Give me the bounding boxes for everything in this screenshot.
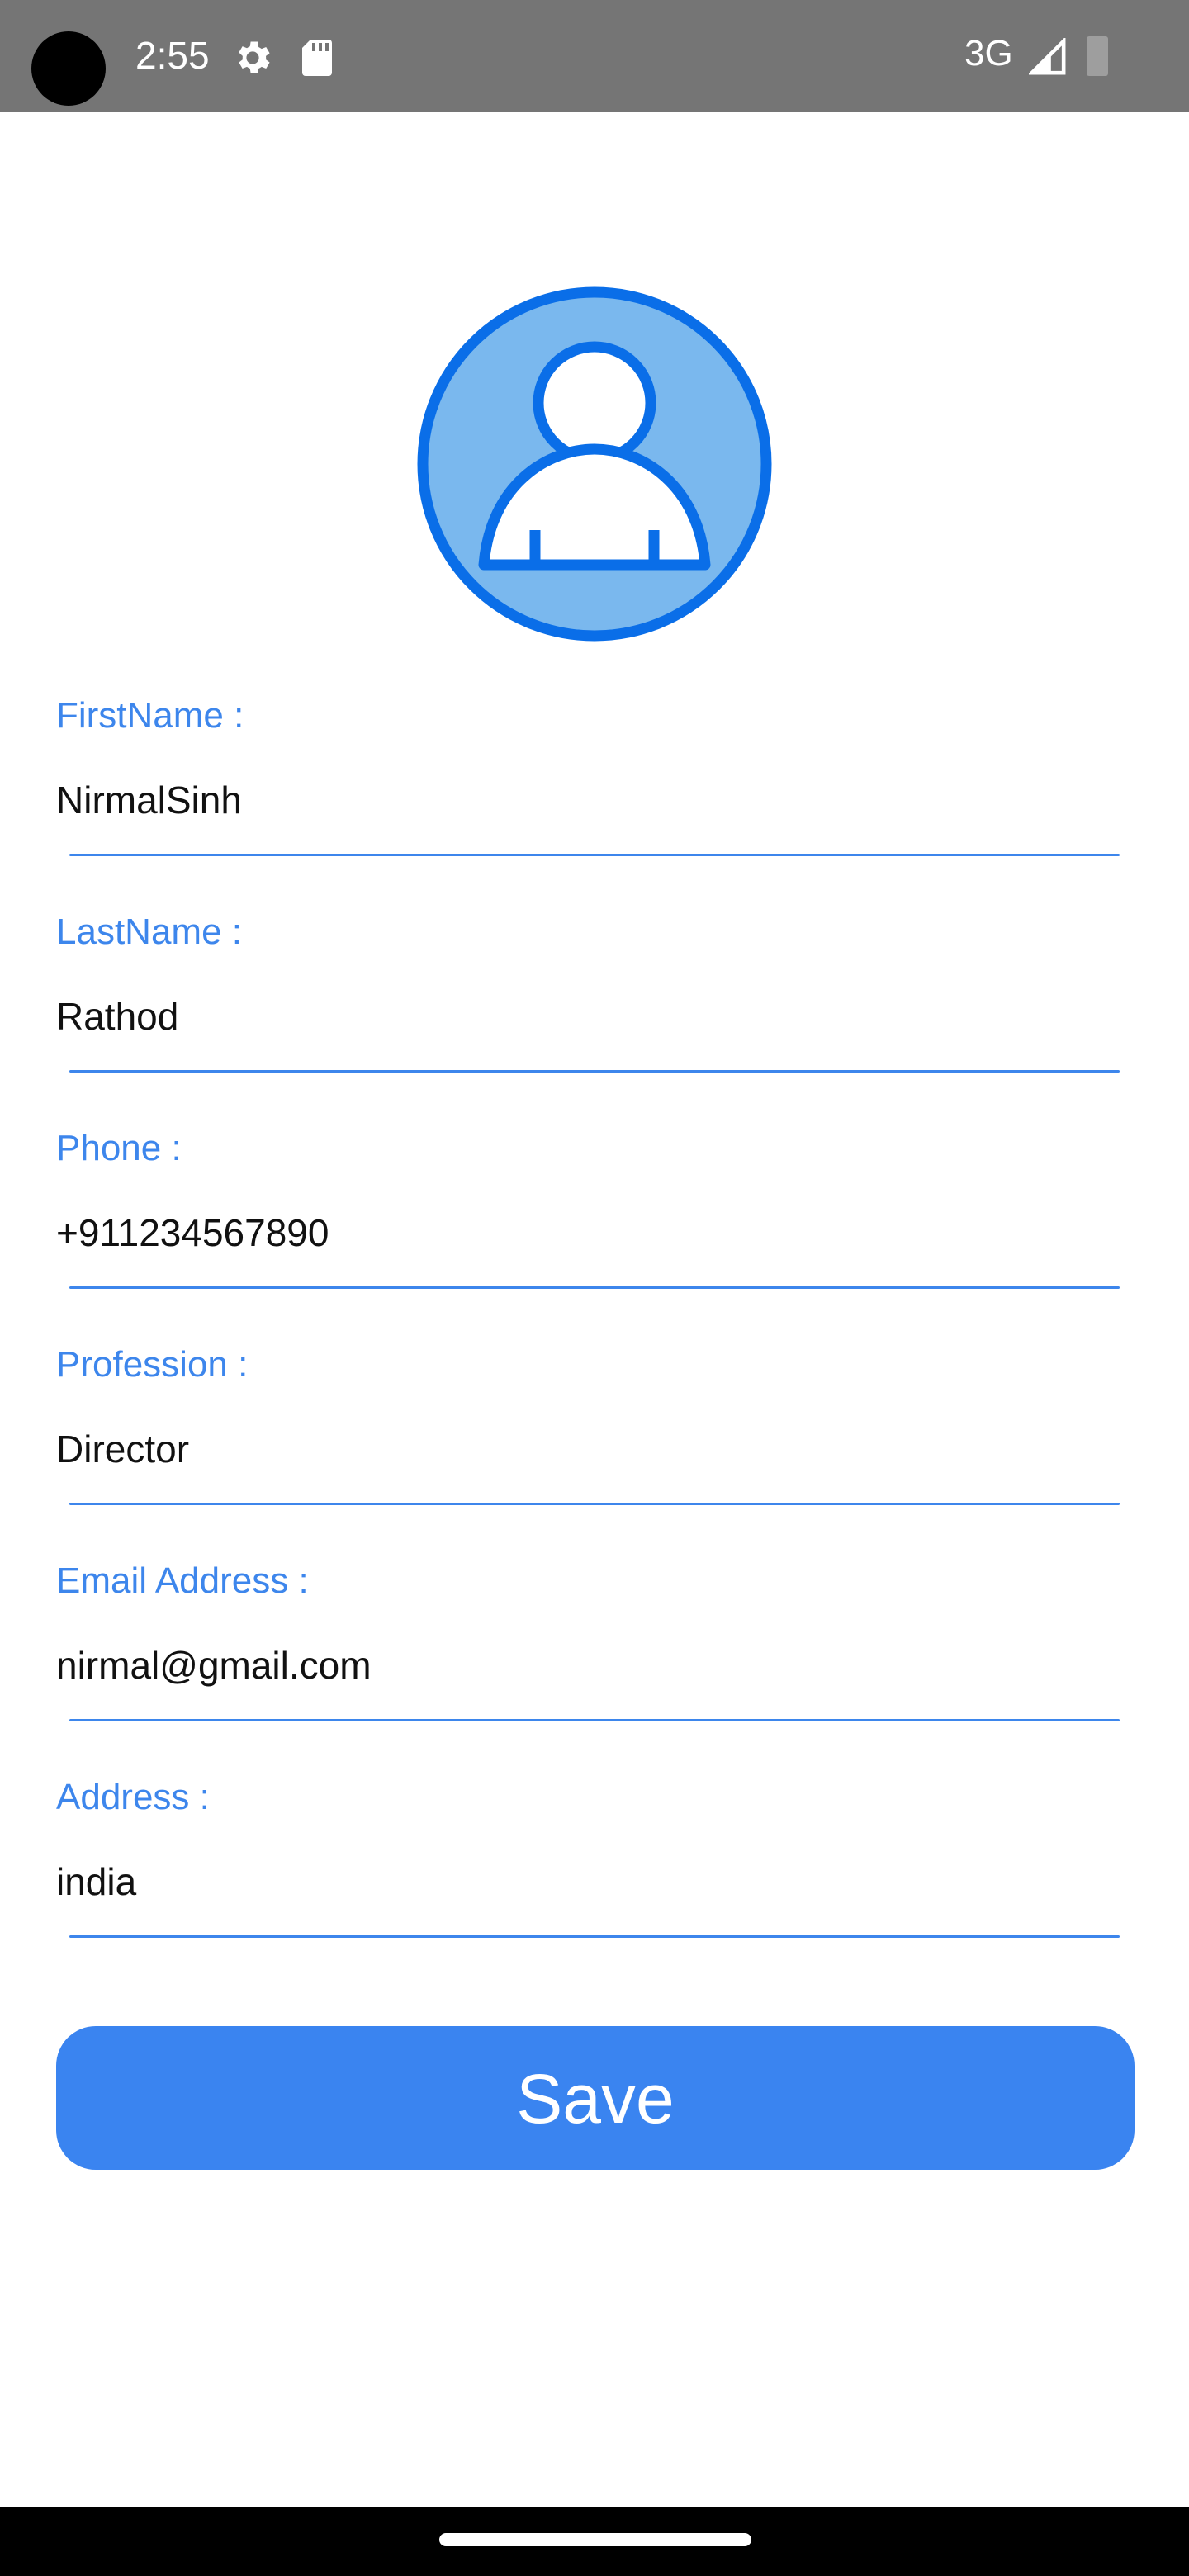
sd-card-icon	[302, 40, 332, 76]
last-name-field[interactable]: LastName : Rathod	[56, 912, 1121, 1128]
email-label: Email Address :	[56, 1560, 309, 1601]
profession-field[interactable]: Profession : Director	[56, 1344, 1121, 1560]
save-button[interactable]: Save	[56, 2026, 1135, 2170]
field-underline	[69, 1935, 1120, 1938]
field-underline	[69, 1286, 1120, 1289]
navigation-bar	[0, 2507, 1189, 2576]
camera-cutout	[31, 31, 106, 106]
phone-field[interactable]: Phone : +911234567890	[56, 1128, 1121, 1344]
field-underline	[69, 854, 1120, 856]
field-underline	[69, 1719, 1120, 1721]
battery-icon	[1087, 36, 1108, 76]
profession-input[interactable]: Director	[56, 1427, 189, 1471]
network-type: 3G	[964, 33, 1013, 73]
first-name-input[interactable]: NirmalSinh	[56, 778, 242, 822]
last-name-input[interactable]: Rathod	[56, 994, 178, 1039]
address-label: Address :	[56, 1777, 210, 1817]
address-field[interactable]: Address : india	[56, 1777, 1121, 1993]
user-avatar-icon[interactable]	[416, 286, 773, 642]
home-gesture-handle[interactable]	[439, 2533, 751, 2546]
field-underline	[69, 1503, 1120, 1505]
address-input[interactable]: india	[56, 1859, 136, 1904]
email-field[interactable]: Email Address : nirmal@gmail.com	[56, 1560, 1121, 1777]
phone-input[interactable]: +911234567890	[56, 1210, 329, 1255]
phone-label: Phone :	[56, 1128, 182, 1168]
gear-icon	[239, 41, 270, 73]
email-input[interactable]: nirmal@gmail.com	[56, 1643, 372, 1688]
field-underline	[69, 1070, 1120, 1073]
first-name-field[interactable]: FirstName : NirmalSinh	[56, 695, 1121, 912]
last-name-label: LastName :	[56, 912, 242, 952]
status-bar: 2:55 3G	[0, 0, 1189, 112]
first-name-label: FirstName :	[56, 695, 244, 736]
profession-label: Profession :	[56, 1344, 249, 1385]
signal-icon	[1029, 38, 1066, 75]
status-time: 2:55	[135, 34, 210, 77]
